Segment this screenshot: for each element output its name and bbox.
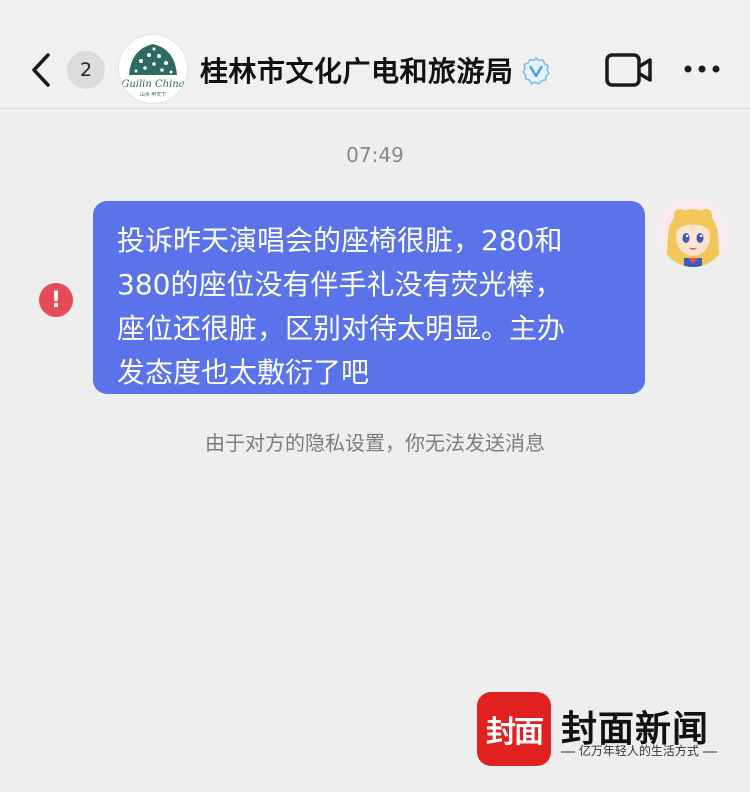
verified-v-icon bbox=[522, 57, 550, 85]
unread-count-badge[interactable]: 2 bbox=[67, 51, 105, 89]
chevron-left-icon bbox=[32, 53, 50, 87]
privacy-system-notice: 由于对方的隐私设置，你无法发送消息 bbox=[205, 431, 545, 455]
message-line: 发态度也太敷衍了吧 bbox=[117, 356, 370, 389]
sender-avatar[interactable] bbox=[660, 201, 726, 267]
message-line: 380的座位没有伴手礼没有荧光棒， bbox=[117, 268, 563, 301]
dash-right-icon bbox=[702, 751, 717, 752]
video-call-button[interactable] bbox=[604, 51, 654, 89]
watermark-slogan-text: 亿万年轻人的生活方式 bbox=[578, 744, 699, 758]
message-timestamp: 07:49 bbox=[346, 143, 404, 167]
message-line: 座位还很脏，区别对待太明显。主办 bbox=[117, 312, 566, 345]
svg-text:山水·甲天下: 山水·甲天下 bbox=[140, 91, 167, 98]
send-failed-icon[interactable]: ! bbox=[39, 283, 73, 317]
anime-avatar-icon bbox=[660, 201, 726, 267]
watermark-slogan: 亿万年轻人的生活方式 bbox=[561, 742, 717, 759]
chat-avatar[interactable]: Guilin China 山水·甲天下 bbox=[119, 35, 187, 103]
watermark-logo: 封面 bbox=[477, 692, 551, 766]
chat-title: 桂林市文化广电和旅游局 bbox=[200, 55, 514, 88]
message-line: 投诉昨天演唱会的座椅很脏，280和 bbox=[117, 224, 563, 257]
tree-logo-icon: Guilin China 山水·甲天下 bbox=[119, 35, 187, 103]
message-bubble[interactable]: 投诉昨天演唱会的座椅很脏，280和 380的座位没有伴手礼没有荧光棒， 座位还很… bbox=[93, 201, 645, 394]
more-dots-icon bbox=[684, 65, 720, 73]
back-button[interactable] bbox=[26, 48, 56, 92]
svg-text:Guilin China: Guilin China bbox=[121, 79, 184, 90]
chat-header: 2 Guilin China 山水·甲天下 桂林市文化广电和旅游局 bbox=[0, 0, 750, 109]
more-options-button[interactable] bbox=[682, 54, 722, 84]
dash-left-icon bbox=[561, 751, 575, 752]
video-camera-icon bbox=[605, 53, 652, 87]
